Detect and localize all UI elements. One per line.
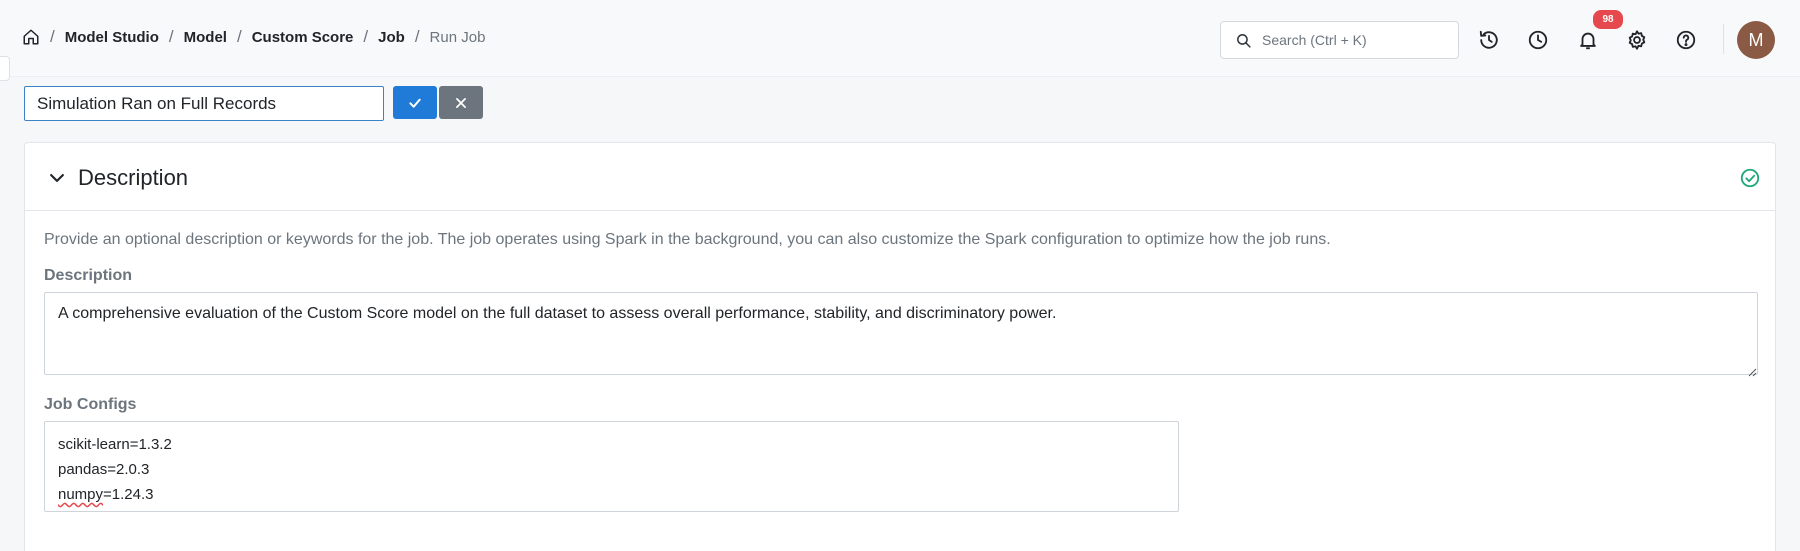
breadcrumb-current: Run Job — [429, 28, 486, 46]
help-icon[interactable] — [1673, 27, 1699, 53]
config-line: pandas=2.0.3 — [58, 461, 150, 478]
section-helper-text: Provide an optional description or keywo… — [44, 231, 1331, 248]
breadcrumb-model[interactable]: Model — [184, 29, 227, 46]
breadcrumb-separator: / — [50, 27, 55, 46]
description-section-header[interactable]: Description — [25, 143, 1775, 211]
breadcrumb: / Model Studio / Model / Custom Score / … — [22, 26, 485, 48]
check-circle-icon — [1739, 167, 1761, 189]
close-icon — [454, 96, 468, 110]
avatar[interactable]: M — [1737, 21, 1775, 59]
job-configs-textarea[interactable]: scikit-learn=1.3.2 pandas=2.0.3 numpy=1.… — [44, 421, 1179, 512]
breadcrumb-separator: / — [363, 27, 369, 46]
breadcrumb-separator: / — [414, 27, 420, 46]
description-textarea[interactable]: A comprehensive evaluation of the Custom… — [44, 292, 1758, 375]
description-label: Description — [44, 267, 133, 284]
history-icon[interactable] — [1476, 27, 1502, 53]
top-bar: / Model Studio / Model / Custom Score / … — [0, 0, 1800, 77]
sidebar-toggle-tab[interactable] — [0, 56, 10, 81]
resize-handle-icon[interactable] — [1747, 364, 1757, 377]
breadcrumb-custom-score[interactable]: Custom Score — [252, 29, 354, 46]
bell-icon[interactable] — [1575, 27, 1601, 53]
section-title: Description — [78, 165, 189, 190]
config-line: numpy=1.24.3 — [58, 486, 154, 503]
breadcrumb-model-studio[interactable]: Model Studio — [65, 29, 159, 46]
job-name-input[interactable] — [24, 86, 384, 121]
config-line: scikit-learn=1.3.2 — [58, 436, 172, 453]
check-icon — [407, 95, 423, 111]
gear-icon[interactable] — [1624, 27, 1650, 53]
confirm-name-button[interactable] — [393, 86, 437, 119]
clock-icon[interactable] — [1525, 27, 1551, 53]
breadcrumb-separator: / — [168, 27, 174, 46]
chevron-down-icon[interactable] — [47, 168, 67, 188]
breadcrumb-job[interactable]: Job — [378, 29, 405, 46]
job-configs-label: Job Configs — [44, 396, 137, 413]
search-box[interactable] — [1220, 21, 1459, 59]
home-icon[interactable] — [22, 28, 40, 46]
header-divider — [1723, 24, 1724, 54]
notification-badge: 98 — [1593, 10, 1623, 29]
search-icon — [1235, 32, 1252, 49]
description-card: Description Provide an optional descript… — [24, 142, 1776, 551]
breadcrumb-separator: / — [236, 27, 242, 46]
cancel-name-button[interactable] — [439, 86, 483, 119]
search-input[interactable] — [1262, 32, 1452, 48]
